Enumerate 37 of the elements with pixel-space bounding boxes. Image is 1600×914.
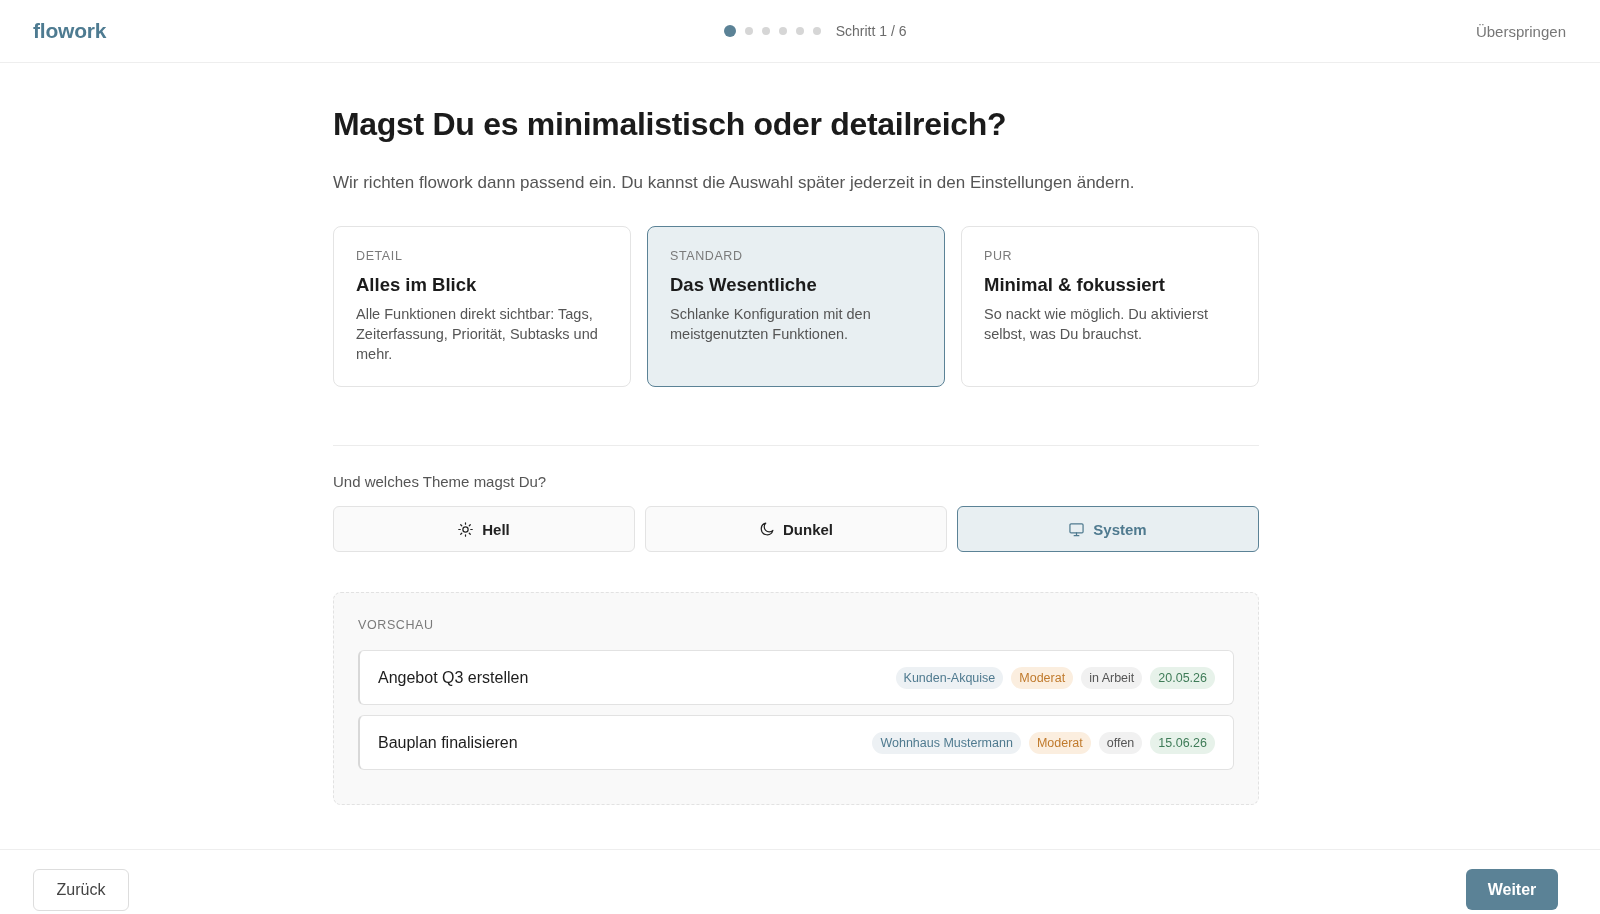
date-tag: 20.05.26 [1150,666,1215,689]
task-title: Bauplan finalisieren [378,733,518,752]
project-tag: Wohnhaus Mustermann [872,731,1021,754]
theme-button[interactable]: Dunkel [645,506,947,552]
project-tag: Kunden-Akquise [895,666,1004,689]
app-logo: flowork [33,19,107,43]
card-title: Minimal & fokussiert [984,273,1166,297]
moon-icon [759,521,774,537]
step-counter: Schritt 1 / 6 [835,23,907,39]
theme-button[interactable]: System [957,506,1259,552]
priority-tag: Moderat [1011,666,1074,689]
date-tag: 15.06.26 [1150,731,1215,754]
card-label: STANDARD [670,248,744,264]
priority-tag: Moderat [1028,731,1091,754]
page-heading: Magst Du es minimalistisch oder detailreich? [333,105,1008,144]
card-label: DETAIL [356,248,404,264]
status-tag: in Arbeit [1081,666,1143,689]
task-title: Angebot Q3 erstellen [378,668,529,687]
preview-label: VORSCHAU [358,617,435,633]
monitor-icon [1069,521,1085,537]
card-description: So nackt wie möglich. Du aktivierst selbst, was Du brauchst. [984,305,1210,344]
page-description: Wir richten flowork dann passend ein. Du kannst die Auswahl später jederzeit in den Einstellungen ändern. [333,172,1136,194]
skip-button[interactable]: Überspringen [1463,16,1566,46]
option-card[interactable]: STANDARD Das Wesentliche Schlanke Konfiguration mit den meistgenutzten Funktionen. [647,226,945,387]
next-button[interactable]: Weiter [1466,869,1558,910]
card-description: Schlanke Konfiguration mit den meistgenutzten Funktionen. [670,305,872,344]
theme-button[interactable]: Hell [333,506,635,552]
card-description: Alle Funktionen direkt sichtbar: Tags, Zeiterfassung, Priorität, Subtasks und mehr. [356,305,599,364]
option-card[interactable]: DETAIL Alles im Blick Alle Funktionen direkt sichtbar: Tags, Zeiterfassung, Priorität, Subtasks und mehr. [333,226,631,387]
back-button[interactable]: Zurück [33,869,129,911]
option-card[interactable]: PUR Minimal & fokussiert So nackt wie möglich. Du aktivierst selbst, was Du brauchst. [961,226,1259,387]
status-tag: offen [1098,731,1143,754]
theme-question: Und welches Theme magst Du? [333,472,548,492]
card-title: Das Wesentliche [670,273,818,297]
sun-icon [458,521,474,537]
card-label: PUR [984,248,1014,264]
card-title: Alles im Blick [356,273,478,297]
